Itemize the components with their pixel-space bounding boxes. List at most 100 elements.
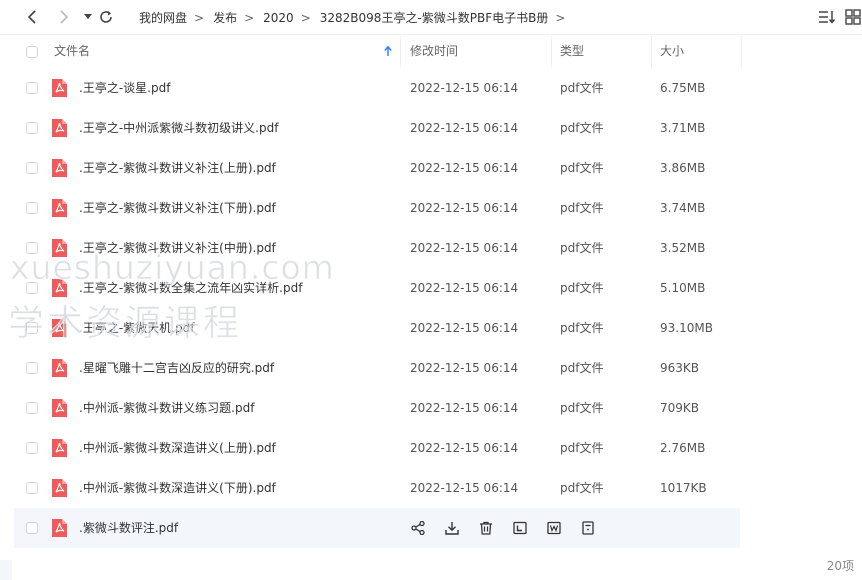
- file-name[interactable]: .王亭之-紫微斗数讲义补注(下册).pdf: [79, 188, 276, 228]
- history-dropdown-icon[interactable]: [80, 9, 96, 25]
- breadcrumb-item[interactable]: 发布: [213, 9, 237, 26]
- row-checkbox[interactable]: [26, 482, 38, 494]
- file-row[interactable]: .中州派-紫微斗数深造讲义(上册).pdf 2022-12-15 06:14 p…: [14, 428, 740, 468]
- row-checkbox[interactable]: [26, 362, 38, 374]
- refresh-icon[interactable]: [98, 9, 114, 25]
- file-size: 3.74MB: [660, 201, 706, 215]
- column-header-type[interactable]: 类型: [560, 36, 584, 68]
- file-type: pdf文件: [560, 81, 604, 95]
- grid-view-icon[interactable]: [845, 9, 862, 25]
- file-type: pdf文件: [560, 321, 604, 335]
- breadcrumb-item[interactable]: 2020: [263, 11, 294, 25]
- toolbar: 我的网盘 > 发布 > 2020 > 3282B098王亭之-紫微斗数PBF电子…: [0, 0, 862, 35]
- file-type: pdf文件: [560, 361, 604, 375]
- item-count: 20项: [826, 559, 854, 573]
- watermark-text: xueshuziyuan.com: [10, 248, 335, 288]
- file-name[interactable]: .王亭之-谈星.pdf: [79, 68, 170, 108]
- file-size: 963KB: [660, 361, 700, 375]
- file-modified-date: 2022-12-15 06:14: [410, 321, 519, 335]
- file-type: pdf文件: [560, 441, 604, 455]
- file-size: 3.71MB: [660, 121, 706, 135]
- file-type: pdf文件: [560, 481, 604, 495]
- file-type: pdf文件: [560, 241, 604, 255]
- row-checkbox[interactable]: [26, 122, 38, 134]
- file-size: 93.10MB: [660, 321, 713, 335]
- file-name[interactable]: .中州派-紫微斗数讲义练习题.pdf: [79, 388, 254, 428]
- share-icon[interactable]: [410, 520, 426, 536]
- rename-icon[interactable]: [546, 520, 562, 536]
- file-name[interactable]: .中州派-紫微斗数深造讲义(上册).pdf: [79, 428, 276, 468]
- select-all-checkbox[interactable]: [26, 46, 38, 58]
- file-modified-date: 2022-12-15 06:14: [410, 121, 519, 135]
- file-modified-date: 2022-12-15 06:14: [410, 81, 519, 95]
- back-arrow-icon[interactable]: [24, 9, 40, 25]
- breadcrumb-separator-icon: >: [244, 10, 255, 25]
- column-header-size[interactable]: 大小: [660, 36, 684, 68]
- file-modified-date: 2022-12-15 06:14: [410, 161, 519, 175]
- file-type: pdf文件: [560, 201, 604, 215]
- file-modified-date: 2022-12-15 06:14: [410, 241, 519, 255]
- pdf-file-icon: [52, 479, 67, 497]
- file-size: 5.10MB: [660, 281, 706, 295]
- file-row[interactable]: .星曜飞雕十二宫吉凶反应的研究.pdf 2022-12-15 06:14 pdf…: [14, 348, 740, 388]
- file-size: 709KB: [660, 401, 700, 415]
- file-size: 3.86MB: [660, 161, 706, 175]
- file-row[interactable]: .王亭之-谈星.pdf 2022-12-15 06:14 pdf文件 6.75M…: [14, 68, 740, 108]
- file-row[interactable]: .中州派-紫微斗数讲义练习题.pdf 2022-12-15 06:14 pdf文…: [14, 388, 740, 428]
- file-row[interactable]: .中州派-紫微斗数深造讲义(下册).pdf 2022-12-15 06:14 p…: [14, 468, 740, 508]
- pdf-file-icon: [52, 399, 67, 417]
- pdf-file-icon: [52, 359, 67, 377]
- pdf-file-icon: [52, 439, 67, 457]
- forward-arrow-icon[interactable]: [56, 9, 72, 25]
- file-row[interactable]: .王亭之-中州派紫微斗数初级讲义.pdf 2022-12-15 06:14 pd…: [14, 108, 740, 148]
- file-type: pdf文件: [560, 401, 604, 415]
- download-icon[interactable]: [444, 520, 460, 536]
- file-name[interactable]: .王亭之-中州派紫微斗数初级讲义.pdf: [79, 108, 278, 148]
- file-row-hovered[interactable]: .紫微斗数评注.pdf: [14, 508, 740, 548]
- row-checkbox[interactable]: [26, 162, 38, 174]
- copy-icon[interactable]: [512, 520, 528, 536]
- file-row[interactable]: .王亭之-紫微斗数讲义补注(下册).pdf 2022-12-15 06:14 p…: [14, 188, 740, 228]
- more-icon[interactable]: [580, 520, 596, 536]
- scrollbar[interactable]: [0, 560, 12, 580]
- file-size: 3.52MB: [660, 241, 706, 255]
- file-modified-date: 2022-12-15 06:14: [410, 361, 519, 375]
- delete-icon[interactable]: [478, 520, 494, 536]
- column-divider[interactable]: [551, 36, 552, 68]
- column-divider[interactable]: [651, 36, 652, 68]
- row-checkbox[interactable]: [26, 442, 38, 454]
- pdf-file-icon: [52, 519, 67, 537]
- file-size: 6.75MB: [660, 81, 706, 95]
- file-type: pdf文件: [560, 121, 604, 135]
- file-name[interactable]: .中州派-紫微斗数深造讲义(下册).pdf: [79, 468, 276, 508]
- column-divider[interactable]: [741, 36, 742, 68]
- breadcrumb-item[interactable]: 我的网盘: [139, 9, 187, 26]
- file-name[interactable]: .紫微斗数评注.pdf: [79, 508, 178, 548]
- sort-menu-icon[interactable]: [818, 9, 836, 25]
- column-divider[interactable]: [400, 36, 401, 68]
- row-checkbox[interactable]: [26, 202, 38, 214]
- breadcrumb-item[interactable]: 3282B098王亭之-紫微斗数PBF电子书B册: [320, 9, 549, 26]
- pdf-file-icon: [52, 199, 67, 217]
- breadcrumb: 我的网盘 > 发布 > 2020 > 3282B098王亭之-紫微斗数PBF电子…: [139, 9, 574, 26]
- row-checkbox[interactable]: [26, 522, 38, 534]
- pdf-file-icon: [52, 79, 67, 97]
- breadcrumb-separator-icon: >: [300, 10, 311, 25]
- column-header-modified[interactable]: 修改时间: [410, 36, 458, 68]
- sort-ascending-icon[interactable]: [384, 45, 392, 60]
- breadcrumb-separator-icon: >: [194, 10, 205, 25]
- file-type: pdf文件: [560, 281, 604, 295]
- file-name[interactable]: .王亭之-紫微斗数讲义补注(上册).pdf: [79, 148, 276, 188]
- row-checkbox[interactable]: [26, 82, 38, 94]
- pdf-file-icon: [52, 159, 67, 177]
- breadcrumb-separator-icon: >: [555, 10, 566, 25]
- file-modified-date: 2022-12-15 06:14: [410, 481, 519, 495]
- file-name[interactable]: .星曜飞雕十二宫吉凶反应的研究.pdf: [79, 348, 274, 388]
- watermark-text: 学术资源课程: [7, 303, 243, 345]
- row-checkbox[interactable]: [26, 402, 38, 414]
- pdf-file-icon: [52, 119, 67, 137]
- file-list-header: 文件名 修改时间 类型 大小: [14, 36, 862, 68]
- column-header-name[interactable]: 文件名: [54, 36, 90, 68]
- file-size: 2.76MB: [660, 441, 706, 455]
- file-row[interactable]: .王亭之-紫微斗数讲义补注(上册).pdf 2022-12-15 06:14 p…: [14, 148, 740, 188]
